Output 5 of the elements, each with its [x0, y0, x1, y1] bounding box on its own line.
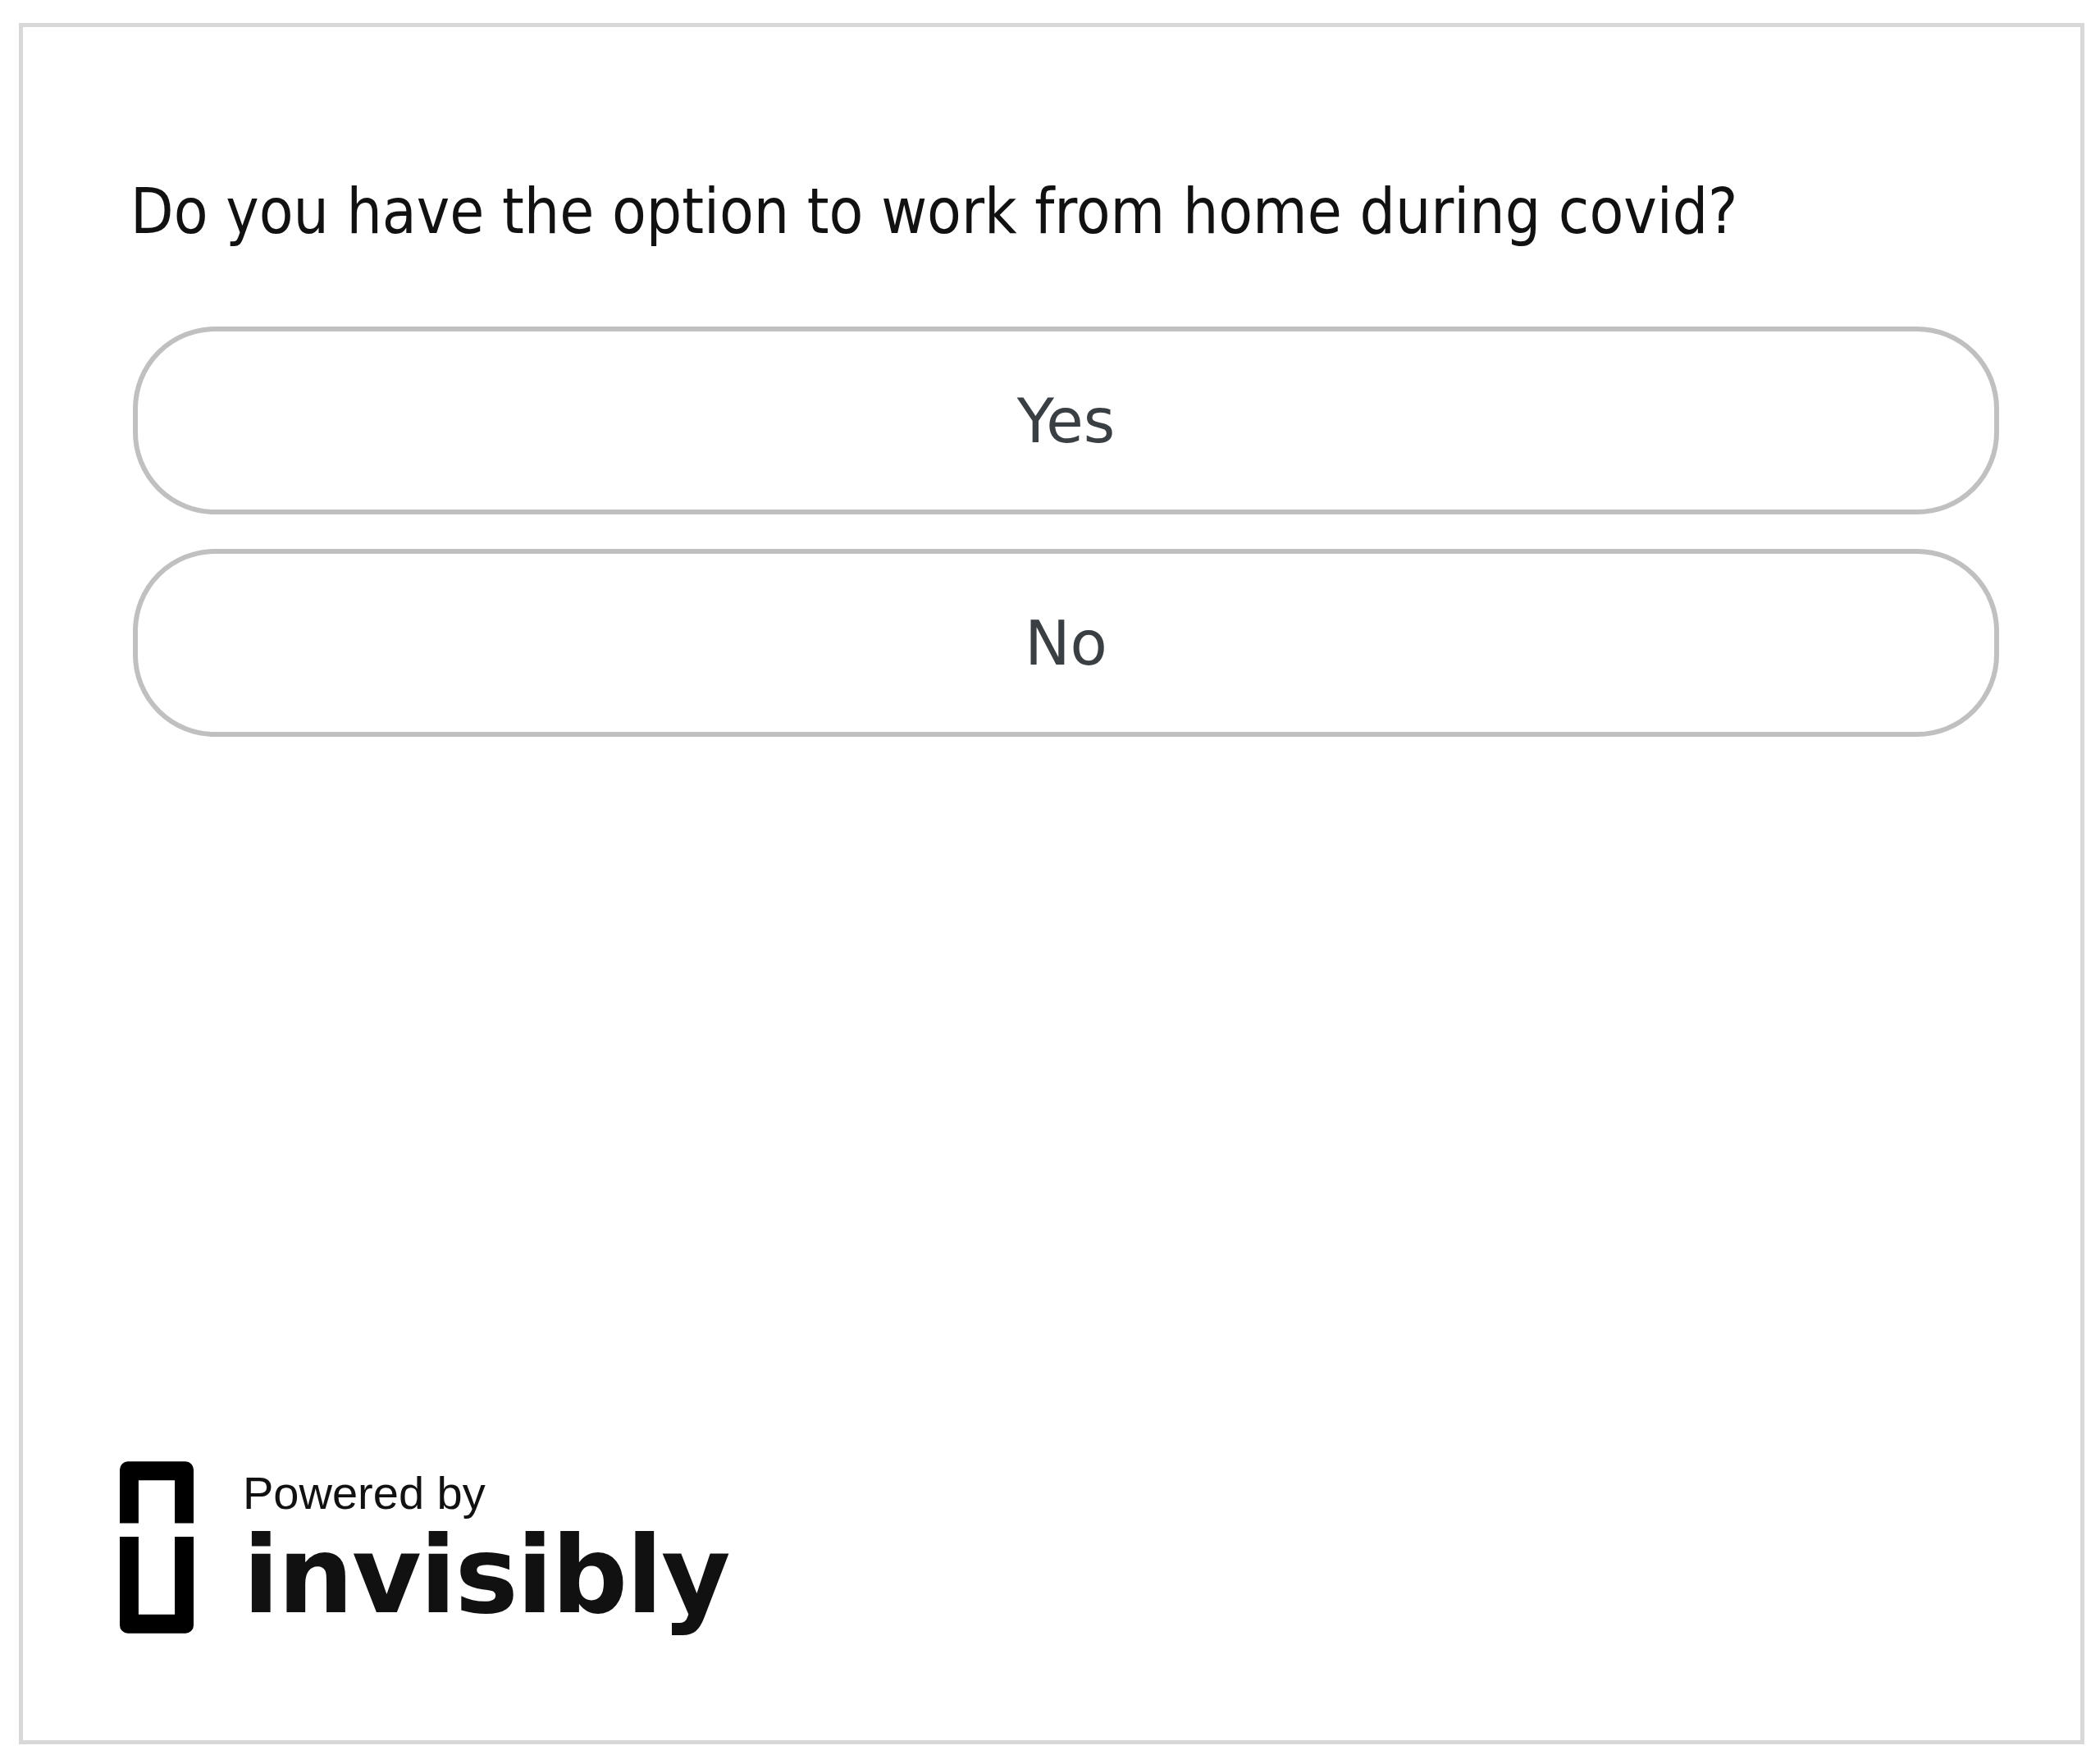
answer-option[interactable]: Yes: [133, 327, 1999, 514]
question-text: Do you have the option to work from home during covid?: [130, 175, 1739, 248]
logo-icon: [120, 1461, 194, 1634]
answer-option[interactable]: No: [133, 549, 1999, 737]
powered-by-text: Powered by: [243, 1466, 486, 1520]
